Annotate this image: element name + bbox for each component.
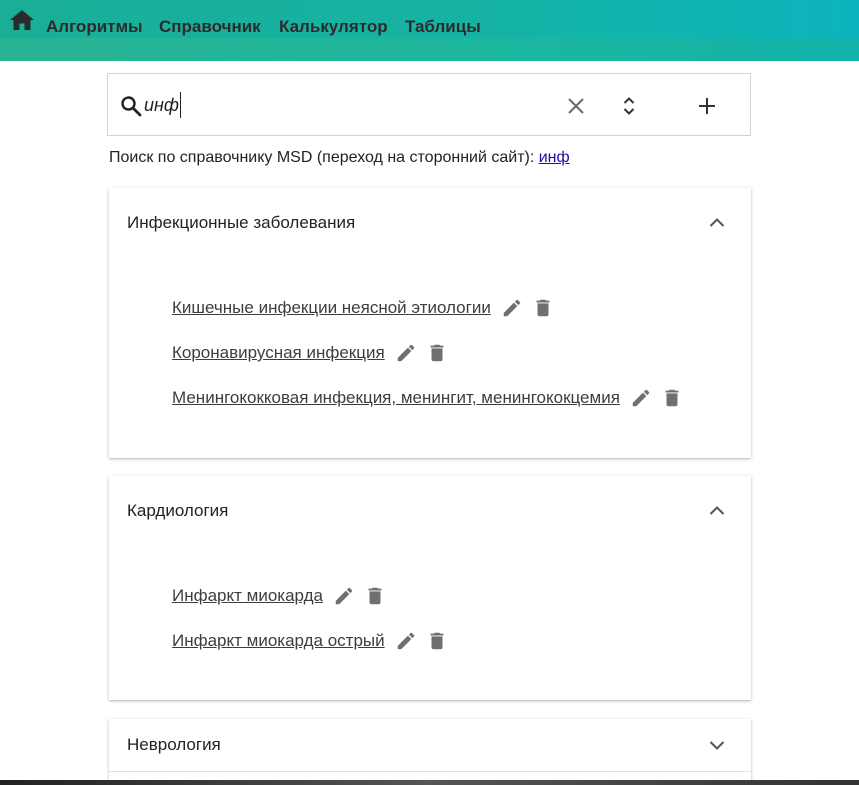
text-caret [180,92,181,118]
delete-icon[interactable] [426,342,448,364]
edit-icon[interactable] [333,585,355,607]
item-link[interactable]: Коронавирусная инфекция [172,343,385,363]
edit-icon[interactable] [395,630,417,652]
section-card-cardiology: Кардиология Инфаркт миокарда Инфаркт мио… [109,476,751,700]
add-icon[interactable] [695,94,719,118]
search-panel [107,73,751,136]
edit-icon[interactable] [501,297,523,319]
search-icon [119,94,143,118]
chevron-down-icon[interactable] [705,733,729,757]
window-bottom-edge [0,780,859,785]
delete-icon[interactable] [532,297,554,319]
item-link[interactable]: Менингококковая инфекция, менингит, мени… [172,388,620,408]
page: Алгоритмы Справочник Калькулятор Таблицы [0,0,859,785]
section-card-infectious: Инфекционные заболевания Кишечные инфекц… [109,188,751,458]
top-nav-bar: Алгоритмы Справочник Калькулятор Таблицы [0,0,859,61]
item-link[interactable]: Кишечные инфекции неясной этиологии [172,298,491,318]
msd-search-hint: Поиск по справочнику MSD (переход на сто… [109,149,570,167]
delete-icon[interactable] [426,630,448,652]
expand-collapse-icon[interactable] [617,94,641,118]
list-item: Менингококковая инфекция, менингит, мени… [172,385,683,411]
edit-icon[interactable] [630,387,652,409]
top-nav-stripe [0,38,859,61]
list-item: Кишечные инфекции неясной этиологии [172,295,554,321]
nav-reference[interactable]: Справочник [159,17,261,37]
clear-icon[interactable] [564,94,588,118]
home-icon[interactable] [9,9,35,31]
card-divider [109,771,751,772]
edit-icon[interactable] [395,342,417,364]
list-item: Коронавирусная инфекция [172,340,448,366]
list-item: Инфаркт миокарда острый [172,628,448,654]
item-link[interactable]: Инфаркт миокарда острый [172,631,385,651]
delete-icon[interactable] [661,387,683,409]
section-title[interactable]: Неврология [127,735,221,755]
section-title[interactable]: Кардиология [127,501,228,521]
section-card-neurology: Неврология [109,719,751,785]
chevron-up-icon[interactable] [705,499,729,523]
chevron-up-icon[interactable] [705,211,729,235]
search-input[interactable] [144,92,544,118]
delete-icon[interactable] [364,585,386,607]
msd-search-link[interactable]: инф [539,149,570,166]
item-link[interactable]: Инфаркт миокарда [172,586,323,606]
list-item: Инфаркт миокарда [172,583,386,609]
nav-tables[interactable]: Таблицы [405,17,481,37]
nav-calculator[interactable]: Калькулятор [279,17,388,37]
section-title[interactable]: Инфекционные заболевания [127,213,355,233]
nav-algorithms[interactable]: Алгоритмы [46,17,143,37]
msd-search-label: Поиск по справочнику MSD (переход на сто… [109,149,539,166]
